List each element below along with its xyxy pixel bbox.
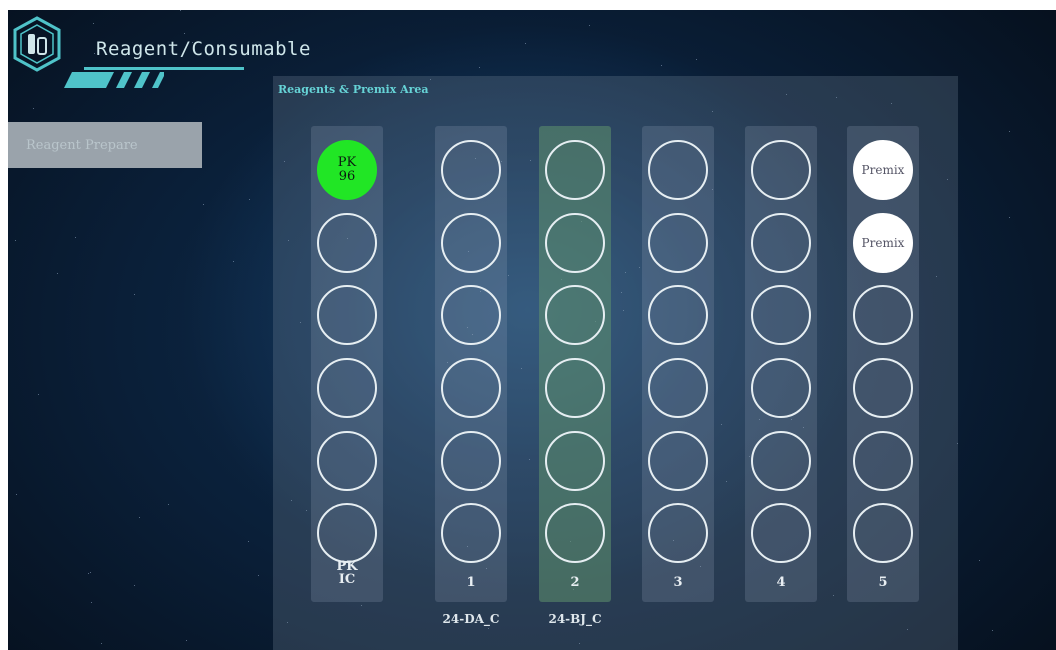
star-dot — [90, 572, 91, 573]
sidebar-item-reagent-prepare[interactable]: Reagent Prepare — [8, 122, 202, 168]
title-underline — [84, 67, 244, 70]
star-dot — [203, 204, 204, 205]
column-label: 3 — [673, 575, 683, 590]
reagent-well[interactable] — [317, 213, 377, 273]
star-dot — [139, 517, 140, 518]
well-label: Premix — [861, 163, 905, 177]
well-label: PK 96 — [337, 155, 357, 184]
reagent-well[interactable]: PK 96 — [317, 140, 377, 200]
reagent-well[interactable] — [441, 285, 501, 345]
reagent-well[interactable] — [853, 285, 913, 345]
reagent-well[interactable] — [545, 285, 605, 345]
reagents-premix-panel: Reagents & Premix Area PK 96 PK IC 1 24-DA_… — [273, 76, 958, 650]
app-screen: Reagent/Consumable Reagent Prepare Reage… — [8, 10, 1056, 650]
title-stripes-decoration — [64, 72, 164, 88]
star-dot — [134, 585, 135, 586]
star-dot — [525, 43, 526, 44]
reagent-well[interactable] — [441, 358, 501, 418]
reagent-well[interactable] — [853, 431, 913, 491]
star-dot — [186, 640, 187, 641]
star-dot — [134, 294, 135, 295]
reagent-well[interactable] — [317, 503, 377, 563]
reagent-well[interactable]: Premix — [853, 140, 913, 200]
star-dot — [258, 575, 259, 576]
column-label: 1 — [466, 575, 476, 590]
reagent-column-5[interactable]: Premix Premix 5 — [847, 126, 919, 602]
star-dot — [88, 573, 89, 574]
reagent-well[interactable] — [545, 358, 605, 418]
star-dot — [479, 67, 480, 68]
reagent-tubes-icon — [13, 16, 61, 72]
star-dot — [233, 261, 234, 262]
reagent-column-pk-ic[interactable]: PK 96 PK IC — [311, 126, 383, 602]
column-label: 2 — [570, 575, 580, 590]
reagent-well[interactable] — [853, 503, 913, 563]
reagent-column-2[interactable]: 2 — [539, 126, 611, 602]
star-dot — [1009, 217, 1010, 218]
reagent-well[interactable] — [545, 213, 605, 273]
star-dot — [33, 108, 34, 109]
star-dot — [93, 23, 94, 24]
reagent-well[interactable] — [317, 358, 377, 418]
column-label: 5 — [878, 575, 888, 590]
column-reagent-name: 24-DA_C — [442, 612, 500, 626]
column-label: 4 — [776, 575, 786, 590]
reagent-well[interactable] — [545, 431, 605, 491]
reagent-column-4[interactable]: 4 — [745, 126, 817, 602]
star-dot — [75, 237, 76, 238]
reagent-well[interactable] — [441, 140, 501, 200]
reagent-well[interactable] — [648, 503, 708, 563]
reagent-well[interactable] — [545, 503, 605, 563]
page-title: Reagent/Consumable — [96, 38, 311, 60]
star-dot — [94, 53, 95, 54]
reagent-well[interactable] — [648, 358, 708, 418]
reagent-well[interactable] — [751, 213, 811, 273]
reagent-column-1[interactable]: 1 — [435, 126, 507, 602]
star-dot — [91, 602, 92, 603]
reagent-well[interactable] — [648, 285, 708, 345]
panel-title: Reagents & Premix Area — [278, 83, 429, 96]
reagent-well[interactable] — [751, 431, 811, 491]
star-dot — [38, 394, 39, 395]
reagent-well[interactable] — [545, 140, 605, 200]
star-dot — [249, 199, 250, 200]
star-dot — [57, 273, 58, 274]
reagent-well[interactable] — [441, 213, 501, 273]
reagent-well[interactable] — [751, 358, 811, 418]
star-dot — [979, 560, 980, 561]
star-dot — [248, 541, 249, 542]
reagent-well[interactable] — [853, 358, 913, 418]
column-reagent-name: 24-BJ_C — [548, 612, 602, 626]
reagent-well[interactable] — [648, 431, 708, 491]
star-dot — [16, 494, 17, 495]
well-label: Premix — [861, 236, 905, 250]
reagent-well[interactable] — [648, 140, 708, 200]
star-dot — [180, 10, 181, 11]
reagent-column-3[interactable]: 3 — [642, 126, 714, 602]
star-dot — [101, 643, 102, 644]
star-dot — [589, 25, 590, 26]
reagent-well[interactable] — [751, 503, 811, 563]
star-dot — [168, 504, 169, 505]
star-dot — [661, 65, 662, 66]
reagent-well[interactable] — [751, 285, 811, 345]
reagent-well[interactable] — [441, 431, 501, 491]
star-dot — [15, 240, 16, 241]
reagent-well[interactable] — [441, 503, 501, 563]
reagent-well[interactable] — [317, 285, 377, 345]
star-dot — [1009, 131, 1010, 132]
column-label: PK IC — [336, 559, 358, 587]
star-dot — [992, 630, 993, 631]
reagent-well[interactable] — [648, 213, 708, 273]
reagent-well[interactable] — [317, 431, 377, 491]
reagent-well[interactable]: Premix — [853, 213, 913, 273]
reagent-well[interactable] — [751, 140, 811, 200]
star-dot — [696, 59, 697, 60]
star-dot — [184, 33, 185, 34]
